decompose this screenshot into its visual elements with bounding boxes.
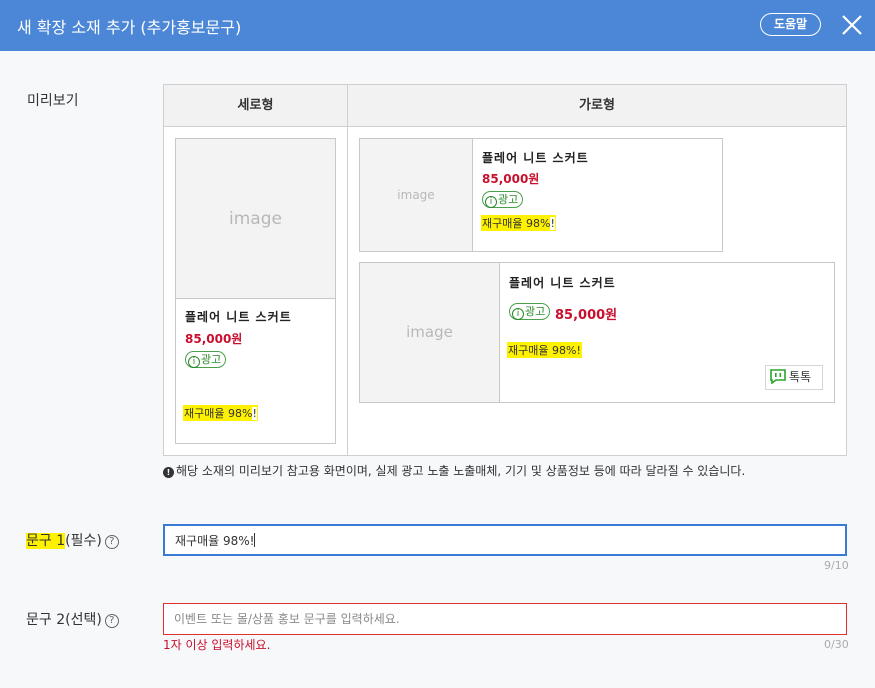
promo-phrase-highlight: 재구매율 98%! [507,342,582,358]
help-icon[interactable]: ? [104,614,119,628]
phrase1-value: 재구매율 98%! [175,534,255,548]
info-icon: i [188,356,200,368]
phrase1-label: 문구 1(필수)? [26,530,119,550]
phrase2-error: 1자 이상 입력하세요. [163,638,271,652]
phrase2-placeholder: 이벤트 또는 몰/상품 홍보 문구를 입력하세요. [174,612,400,626]
column-header-vertical: 세로형 [164,85,347,127]
promo-phrase-highlight: 재구매율 98%! [183,405,258,421]
vertical-preview-card: image 플레어 니트 스커트 85,000원 i 광고 재구매율 98%! [175,138,336,444]
product-price: 85,000원 [555,308,618,323]
dialog-header: 새 확장 소재 추가 (추가홍보문구) 도움말 [0,0,875,51]
notice-icon: ! [163,467,174,478]
phrase1-counter: 9/10 [824,559,849,572]
phrase2-counter: 0/30 [824,638,849,651]
product-price: 85,000원 [185,332,243,346]
column-header-horizontal: 가로형 [348,85,846,127]
dialog-title: 새 확장 소재 추가 (추가홍보문구) [17,18,242,37]
ad-badge: i 광고 [509,303,551,320]
phrase1-label-text: 문구 1 [26,533,66,549]
preview-notice: ! 해당 소재의 미리보기 참고용 화면이며, 실제 광고 노출 노출매체, 기기… [163,462,745,479]
phrase1-required: (필수) [65,533,102,549]
ad-badge: i 광고 [482,191,524,208]
help-button[interactable]: 도움말 [760,13,821,36]
product-name: 플레어 니트 스커트 [509,276,616,290]
ad-badge: i 광고 [185,351,227,368]
ad-badge-label: 광고 [525,305,546,318]
product-name: 플레어 니트 스커트 [482,151,589,165]
ad-badge-label: 광고 [201,353,222,366]
horizontal-preview-card-large: image 플레어 니트 스커트 i 광고 85,000원 재구매율 98%! 톡… [359,262,835,403]
phrase2-label-text: 문구 2(선택) [26,612,102,628]
product-image-placeholder: image [360,139,473,251]
promo-phrase-highlight: 재구매율 98%! [481,215,556,231]
phrase1-input[interactable]: 재구매율 98%! [163,524,847,556]
phrase2-label: 문구 2(선택)? [26,609,119,629]
talktalk-label: 톡톡 [789,370,812,384]
phrase2-input[interactable]: 이벤트 또는 몰/상품 홍보 문구를 입력하세요. [163,603,847,635]
info-icon: i [485,196,497,208]
product-image-placeholder: image [360,263,500,402]
text-cursor [254,533,256,547]
help-icon[interactable]: ? [104,535,119,549]
product-image-placeholder: image [176,139,335,299]
close-icon[interactable] [838,11,866,39]
column-divider [347,85,348,455]
preview-table: 세로형 가로형 image 플레어 니트 스커트 85,000원 i 광고 재구매… [163,84,847,456]
talktalk-button[interactable]: 톡톡 [765,365,823,390]
horizontal-preview-card-small: image 플레어 니트 스커트 85,000원 i 광고 재구매율 98%! [359,138,723,252]
preview-label: 미리보기 [27,93,79,109]
info-icon: i [512,308,524,320]
talktalk-icon [770,369,786,385]
product-price: 85,000원 [482,172,540,186]
product-name: 플레어 니트 스커트 [185,310,292,324]
notice-text: 해당 소재의 미리보기 참고용 화면이며, 실제 광고 노출 노출매체, 기기 … [176,464,746,478]
ad-badge-label: 광고 [498,193,519,206]
